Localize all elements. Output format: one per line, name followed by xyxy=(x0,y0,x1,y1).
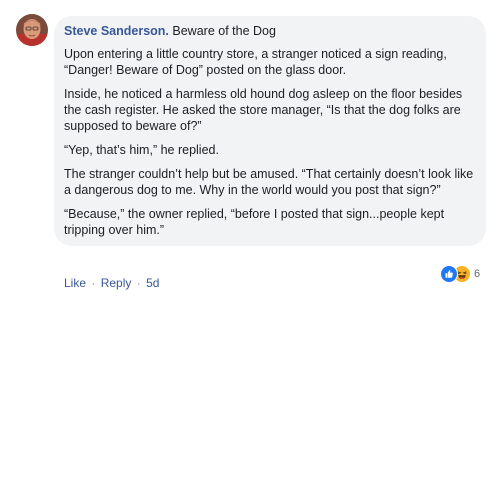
avatar[interactable] xyxy=(16,14,48,46)
separator: · xyxy=(91,276,96,290)
comment-paragraph: Inside, he noticed a harmless old hound … xyxy=(64,87,463,133)
timestamp-link[interactable]: 5d xyxy=(146,276,159,290)
separator: · xyxy=(136,276,141,290)
comment-paragraph: The stranger couldn’t help but be amused… xyxy=(64,167,474,197)
reaction-count: 6 xyxy=(474,268,481,280)
like-link[interactable]: Like xyxy=(64,276,86,290)
comment-paragraph: Upon entering a little country store, a … xyxy=(64,47,447,77)
reply-link[interactable]: Reply xyxy=(101,276,132,290)
comment-paragraph: “Yep, that’s him,” he replied. xyxy=(64,143,219,157)
comment-heading: Steve Sanderson. Beware of the Dog xyxy=(64,23,474,39)
avatar-image xyxy=(16,14,48,46)
like-icon xyxy=(440,265,458,283)
author-name[interactable]: Steve Sanderson. xyxy=(64,24,169,38)
reactions-summary[interactable]: 6 xyxy=(438,264,485,284)
comment-paragraph: “Because,” the owner replied, “before I … xyxy=(64,207,445,237)
comment-actions: Like · Reply · 5d xyxy=(64,276,159,290)
comment-bubble: Steve Sanderson. Beware of the Dog Upon … xyxy=(54,16,486,246)
comment-title: Beware of the Dog xyxy=(172,24,276,38)
